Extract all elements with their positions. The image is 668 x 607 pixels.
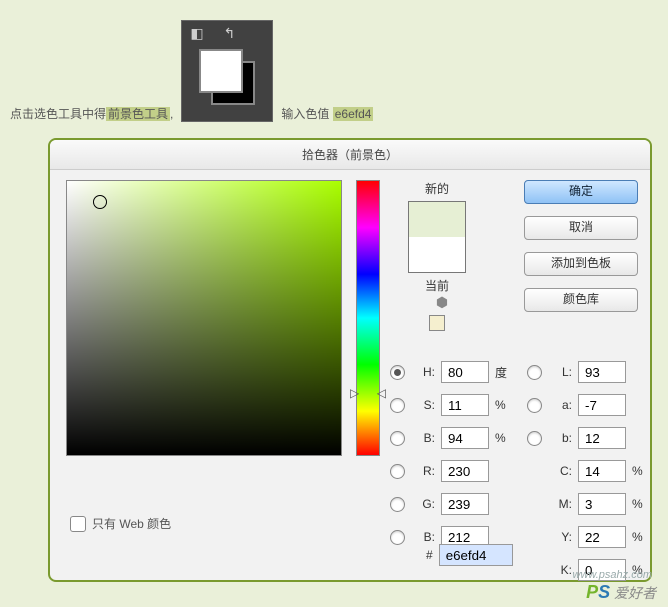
watermark-url: www.psahz.com bbox=[573, 569, 652, 581]
input-h[interactable] bbox=[441, 361, 489, 383]
watermark: PS 爱好者 bbox=[586, 582, 656, 603]
mini-icons: ◧ ↰ bbox=[190, 25, 243, 42]
photoshop-tool-swatches: ◧ ↰ bbox=[181, 20, 273, 122]
radio-bc[interactable] bbox=[390, 530, 405, 545]
radio-a[interactable] bbox=[527, 398, 542, 413]
color-libraries-button[interactable]: 颜色库 bbox=[524, 288, 638, 312]
radio-l[interactable] bbox=[527, 365, 542, 380]
web-only-label: 只有 Web 颜色 bbox=[92, 515, 171, 532]
color-preview bbox=[408, 201, 466, 273]
sv-marker[interactable] bbox=[93, 195, 107, 209]
current-color-label: 当前 bbox=[394, 277, 480, 294]
color-picker-dialog: 拾色器（前景色） ▷◁ 新的 当前 ⬢ 确定 取消 添加到色板 颜色库 H:度 bbox=[48, 138, 652, 582]
web-only-checkbox[interactable] bbox=[70, 516, 86, 532]
add-to-swatches-button[interactable]: 添加到色板 bbox=[524, 252, 638, 276]
instruction-text-2: 输入色值 e6efd4 bbox=[281, 105, 373, 122]
current-color-swatch[interactable] bbox=[409, 237, 465, 272]
cancel-button[interactable]: 取消 bbox=[524, 216, 638, 240]
input-b2[interactable] bbox=[578, 427, 626, 449]
foreground-color-swatch[interactable] bbox=[199, 49, 243, 93]
radio-h[interactable] bbox=[390, 365, 405, 380]
input-c[interactable] bbox=[578, 460, 626, 482]
radio-g[interactable] bbox=[390, 497, 405, 512]
hex-prefix: # bbox=[426, 548, 433, 562]
input-a[interactable] bbox=[578, 394, 626, 416]
instruction-text: 点击选色工具中得前景色工具, bbox=[10, 105, 173, 122]
ok-button[interactable]: 确定 bbox=[524, 180, 638, 204]
radio-b2[interactable] bbox=[527, 431, 542, 446]
input-l[interactable] bbox=[578, 361, 626, 383]
cube-icon[interactable]: ⬢ bbox=[436, 294, 448, 310]
input-m[interactable] bbox=[578, 493, 626, 515]
input-bv[interactable] bbox=[441, 427, 489, 449]
saturation-value-area[interactable] bbox=[66, 180, 342, 456]
radio-s[interactable] bbox=[390, 398, 405, 413]
radio-r[interactable] bbox=[390, 464, 405, 479]
input-g[interactable] bbox=[441, 493, 489, 515]
input-r[interactable] bbox=[441, 460, 489, 482]
input-hex[interactable] bbox=[439, 544, 513, 566]
dialog-title: 拾色器（前景色） bbox=[50, 140, 650, 170]
warning-swatch[interactable] bbox=[429, 315, 445, 331]
new-color-swatch bbox=[409, 202, 465, 237]
input-y[interactable] bbox=[578, 526, 626, 548]
hue-slider-handle[interactable]: ▷◁ bbox=[350, 386, 386, 400]
radio-b[interactable] bbox=[390, 431, 405, 446]
new-color-label: 新的 bbox=[394, 180, 480, 197]
hue-slider[interactable]: ▷◁ bbox=[356, 180, 380, 456]
input-s[interactable] bbox=[441, 394, 489, 416]
